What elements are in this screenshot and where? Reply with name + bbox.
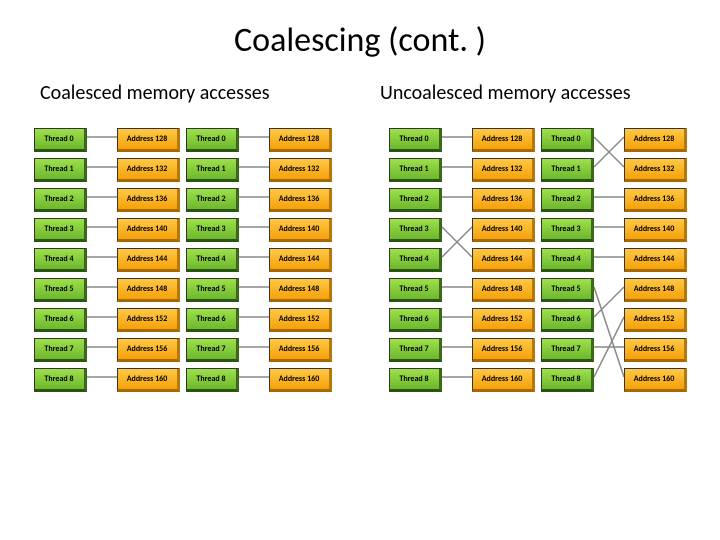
thread-box: Thread 1: [186, 158, 239, 182]
address-box: Address 160: [624, 368, 687, 392]
thread-box: Thread 8: [389, 368, 442, 392]
address-box: Address 140: [117, 218, 180, 242]
address-box: Address 136: [624, 188, 687, 212]
thread-box: Thread 1: [541, 158, 594, 182]
address-box: Address 128: [472, 128, 535, 152]
thread-box: Thread 5: [34, 278, 87, 302]
thread-box: Thread 0: [186, 128, 239, 152]
coalesced-pair-a: Thread 0 Thread 1 Thread 2 Thread 3 Thread 4…: [34, 125, 180, 395]
address-box: Address 132: [117, 158, 180, 182]
address-box: Address 144: [624, 248, 687, 272]
thread-box: Thread 5: [389, 278, 442, 302]
thread-box: Thread 4: [186, 248, 239, 272]
address-column: Address 128 Address 132 Address 136 Address…: [472, 128, 535, 392]
diagram-row: Thread 0 Thread 1 Thread 2 Thread 3 Thread 4…: [0, 125, 720, 395]
thread-column: Thread 0 Thread 1 Thread 2 Thread 3 Thread 4…: [389, 128, 442, 392]
thread-box: Thread 1: [34, 158, 87, 182]
address-box: Address 156: [269, 338, 332, 362]
address-box: Address 128: [624, 128, 687, 152]
address-column: Address 128 Address 132 Address 136 Address…: [624, 128, 687, 392]
address-box: Address 132: [624, 158, 687, 182]
thread-box: Thread 6: [389, 308, 442, 332]
coalesced-pair-b: Thread 0 Thread 1 Thread 2 Thread 3 Thread 4…: [186, 125, 332, 395]
address-box: Address 160: [117, 368, 180, 392]
thread-box: Thread 6: [186, 308, 239, 332]
uncoalesced-group: Thread 0 Thread 1 Thread 2 Thread 3 Thread 4…: [375, 125, 700, 395]
address-box: Address 148: [624, 278, 687, 302]
thread-box: Thread 6: [541, 308, 594, 332]
address-box: Address 152: [472, 308, 535, 332]
thread-box: Thread 8: [186, 368, 239, 392]
page-title: Coalescing (cont. ): [0, 0, 720, 81]
thread-box: Thread 8: [541, 368, 594, 392]
thread-box: Thread 7: [186, 338, 239, 362]
address-box: Address 140: [624, 218, 687, 242]
address-column: Address 128 Address 132 Address 136 Address…: [117, 128, 180, 392]
address-box: Address 148: [269, 278, 332, 302]
thread-box: Thread 4: [389, 248, 442, 272]
thread-box: Thread 2: [389, 188, 442, 212]
thread-column: Thread 0 Thread 1 Thread 2 Thread 3 Thread 4…: [186, 128, 239, 392]
thread-box: Thread 6: [34, 308, 87, 332]
thread-box: Thread 0: [34, 128, 87, 152]
address-box: Address 156: [472, 338, 535, 362]
thread-box: Thread 3: [541, 218, 594, 242]
connection-lines: [239, 125, 269, 395]
thread-box: Thread 5: [186, 278, 239, 302]
thread-box: Thread 7: [389, 338, 442, 362]
address-box: Address 156: [117, 338, 180, 362]
thread-box: Thread 3: [389, 218, 442, 242]
thread-box: Thread 5: [541, 278, 594, 302]
address-box: Address 156: [624, 338, 687, 362]
address-box: Address 140: [269, 218, 332, 242]
address-box: Address 152: [117, 308, 180, 332]
thread-box: Thread 8: [34, 368, 87, 392]
address-box: Address 152: [624, 308, 687, 332]
thread-box: Thread 2: [186, 188, 239, 212]
address-box: Address 140: [472, 218, 535, 242]
connection-lines: [442, 125, 472, 395]
address-box: Address 132: [472, 158, 535, 182]
connection-lines: [87, 125, 117, 395]
thread-column: Thread 0 Thread 1 Thread 2 Thread 3 Thread 4…: [541, 128, 594, 392]
address-box: Address 160: [269, 368, 332, 392]
coalesced-group: Thread 0 Thread 1 Thread 2 Thread 3 Thread 4…: [20, 125, 345, 395]
address-box: Address 136: [269, 188, 332, 212]
thread-column: Thread 0 Thread 1 Thread 2 Thread 3 Thread 4…: [34, 128, 87, 392]
thread-box: Thread 2: [34, 188, 87, 212]
thread-box: Thread 7: [541, 338, 594, 362]
uncoalesced-pair-b: Thread 0 Thread 1 Thread 2 Thread 3 Thread 4…: [541, 125, 687, 395]
thread-box: Thread 0: [541, 128, 594, 152]
thread-box: Thread 3: [34, 218, 87, 242]
address-box: Address 128: [117, 128, 180, 152]
address-box: Address 128: [269, 128, 332, 152]
address-box: Address 160: [472, 368, 535, 392]
thread-box: Thread 2: [541, 188, 594, 212]
address-box: Address 144: [472, 248, 535, 272]
address-box: Address 148: [472, 278, 535, 302]
address-box: Address 148: [117, 278, 180, 302]
thread-box: Thread 1: [389, 158, 442, 182]
address-box: Address 144: [269, 248, 332, 272]
address-box: Address 152: [269, 308, 332, 332]
subtitle-row: Coalesced memory accesses Uncoalesced me…: [0, 81, 720, 125]
address-box: Address 132: [269, 158, 332, 182]
address-box: Address 136: [472, 188, 535, 212]
address-box: Address 144: [117, 248, 180, 272]
address-column: Address 128 Address 132 Address 136 Address…: [269, 128, 332, 392]
thread-box: Thread 4: [34, 248, 87, 272]
subtitle-uncoalesced: Uncoalesced memory accesses: [360, 81, 700, 105]
subtitle-coalesced: Coalesced memory accesses: [20, 81, 360, 105]
thread-box: Thread 3: [186, 218, 239, 242]
thread-box: Thread 4: [541, 248, 594, 272]
connection-lines: [594, 125, 624, 395]
thread-box: Thread 0: [389, 128, 442, 152]
thread-box: Thread 7: [34, 338, 87, 362]
address-box: Address 136: [117, 188, 180, 212]
uncoalesced-pair-a: Thread 0 Thread 1 Thread 2 Thread 3 Thread 4…: [389, 125, 535, 395]
